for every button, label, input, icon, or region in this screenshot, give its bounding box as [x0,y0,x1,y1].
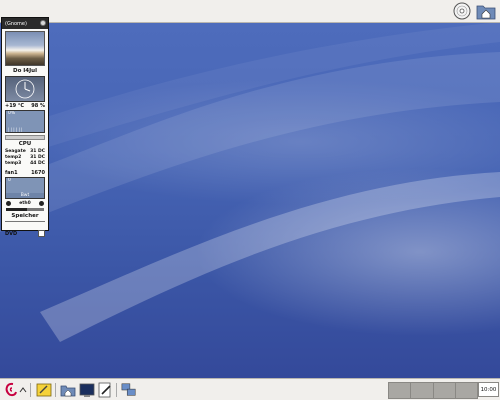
prev-interface-icon[interactable] [6,201,11,206]
workspace-4[interactable] [455,383,477,398]
date-label: Do I4Jul [13,68,37,74]
workspace-1[interactable] [389,383,412,398]
clock-face-icon [15,79,35,99]
sidebar-header[interactable]: (Gnome) [2,18,48,29]
analog-clock [5,76,45,102]
weather-row: +19 °C 98 % [2,103,48,109]
next-interface-icon[interactable] [38,201,44,206]
text-editor-icon[interactable] [36,382,52,398]
wallpaper-swoosh [0,22,500,342]
network-graph: 0 Bwt [5,177,45,199]
cpu-graph-bottom: | | | | | | [8,127,23,132]
debian-menu-icon[interactable] [3,382,19,398]
dvd-label: DVD [5,230,18,237]
sensor-list: Seagate 31 DC temp2 31 DC temp3 44 DC [2,149,48,167]
divider [5,221,45,222]
workspace-2[interactable] [411,383,434,398]
writer-icon[interactable] [97,382,113,398]
desktop-background [0,22,500,378]
network-icon[interactable] [121,382,137,398]
sensor-name: temp3 [5,161,22,166]
cpu-graph-label: 0% [8,111,16,116]
temperature-label: +19 °C [5,103,25,109]
sensor-value: 44 DC [30,161,45,166]
interface-label: eth0 [19,201,31,206]
menu-arrow-icon[interactable] [18,382,28,398]
home-folder-icon[interactable] [60,382,76,398]
bottom-panel: 10:00 [0,378,500,400]
cpu-title: CPU [18,141,32,147]
workspace-switcher[interactable] [388,382,478,399]
humidity-label: 98 % [31,103,45,109]
photo-frame [5,31,45,66]
sidebar-header-label: (Gnome) [5,20,27,27]
workspace-3[interactable] [433,383,456,398]
dvd-eject-icon[interactable] [38,230,45,237]
fan-row: fan1 1670 [2,170,48,176]
sidebar-menu-icon[interactable] [40,20,46,26]
panel-clock[interactable]: 10:00 [478,382,499,397]
cpu-bar [5,135,45,140]
cpu-graph: 0% | | | | | | [5,110,45,133]
network-graph-label: 0 [8,178,11,183]
top-panel [0,0,500,23]
desklet-sidebar: (Gnome) Do I4Jul +19 °C 98 % 0% | | | | … [1,17,49,237]
panel-separator [116,383,117,397]
panel-separator [30,383,31,397]
terminal-icon[interactable] [79,382,95,398]
sensor-row: temp3 44 DC [5,161,45,167]
network-graph-bottom: Bwt [6,193,44,198]
home-folder-icon[interactable] [476,1,496,21]
memory-bar [6,208,44,211]
fan-name: fan1 [5,170,18,176]
network-controls: eth0 [2,201,48,206]
memory-label: Speicher [11,213,39,219]
dvd-row[interactable]: DVD [2,230,48,237]
fan-value: 1670 [31,170,45,176]
memory-bar-fill [6,208,27,211]
cd-drive-icon[interactable] [452,1,472,21]
panel-separator [55,383,56,397]
